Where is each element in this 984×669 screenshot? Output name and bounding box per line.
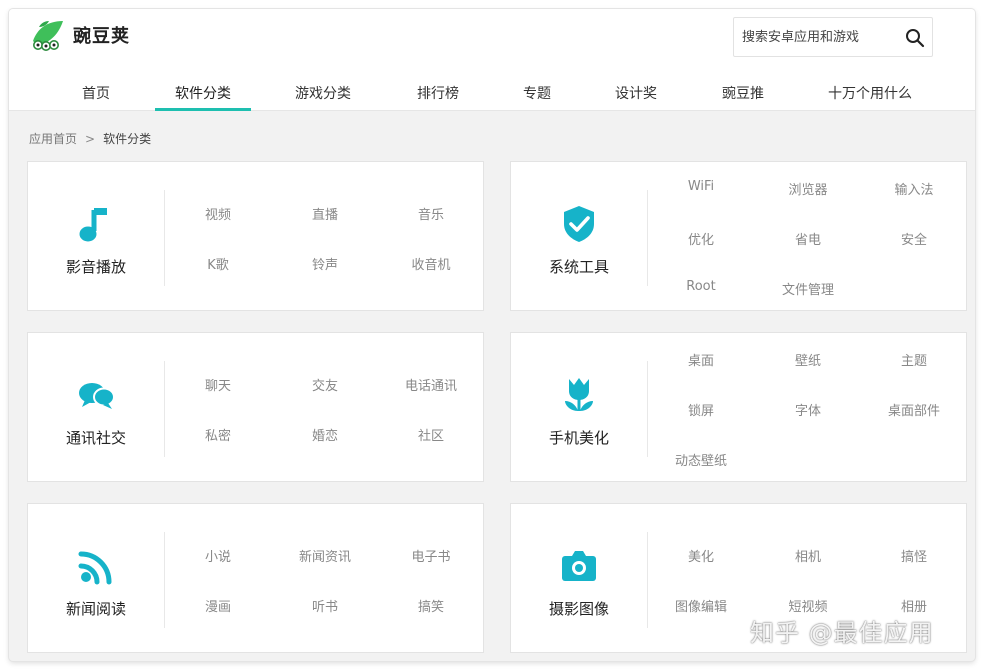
subcategory-link[interactable]: 锁屏: [648, 400, 754, 419]
subcategory-link[interactable]: 交友: [272, 375, 378, 394]
category-card-media: 影音播放 视频 直播 音乐 K歌 铃声 收音机: [27, 161, 484, 311]
nav-item-game-categories[interactable]: 游戏分类: [281, 79, 365, 111]
subcategory-link[interactable]: 优化: [648, 229, 754, 248]
subcategory-link[interactable]: 听书: [272, 596, 378, 615]
subcategory-link[interactable]: 动态壁纸: [648, 450, 754, 469]
category-social[interactable]: 通讯社交: [28, 333, 164, 483]
site-logo[interactable]: 豌豆荚: [29, 13, 159, 57]
subcategory-link[interactable]: 美化: [648, 546, 754, 565]
subcategory-link[interactable]: 婚恋: [272, 425, 378, 444]
zhihu-watermark: 知乎 @最佳应用: [750, 619, 934, 647]
subcategory-link[interactable]: 图像编辑: [648, 596, 754, 615]
main-nav: 首页 软件分类 游戏分类 排行榜 专题 设计奖 豌豆推 十万个用什么: [9, 79, 975, 111]
camera-icon: [562, 551, 596, 581]
site-header: 豌豆荚 首页 软件分类 游戏分类 排行榜 专题 设计奖 豌豆推 十万个用什么: [9, 9, 975, 111]
subcategory-link[interactable]: Root: [648, 279, 754, 294]
search-icon[interactable]: [904, 27, 926, 49]
nav-item-100k-whats[interactable]: 十万个用什么: [815, 79, 925, 111]
subcategory-link[interactable]: 文件管理: [755, 279, 861, 298]
subcategory-link[interactable]: 输入法: [861, 179, 967, 198]
subcategory-link[interactable]: K歌: [165, 254, 271, 273]
subcategory-link[interactable]: 省电: [755, 229, 861, 248]
nav-item-design-award[interactable]: 设计奖: [601, 79, 671, 111]
subcategory-link[interactable]: 电话通讯: [378, 375, 484, 394]
breadcrumb-home-link[interactable]: 应用首页: [29, 132, 77, 146]
subcategory-link[interactable]: 浏览器: [755, 179, 861, 198]
breadcrumb-current: 软件分类: [103, 132, 152, 146]
nav-item-software-categories[interactable]: 软件分类: [155, 79, 251, 111]
search-box: [733, 17, 933, 57]
subcategory-link[interactable]: 搞怪: [861, 546, 967, 565]
category-phone-beautify[interactable]: 手机美化: [511, 333, 647, 483]
search-input[interactable]: [742, 19, 902, 55]
category-name: 新闻阅读: [65, 600, 126, 618]
subcategory-link[interactable]: 壁纸: [755, 350, 861, 369]
subcategory-link[interactable]: 安全: [861, 229, 967, 248]
category-card-phone-beautify: 手机美化 桌面 壁纸 主题 锁屏 字体 桌面部件 动态壁纸: [510, 332, 967, 482]
subcategory-link[interactable]: 搞笑: [378, 596, 484, 615]
nav-item-rankings[interactable]: 排行榜: [403, 79, 473, 111]
nav-item-topics[interactable]: 专题: [509, 79, 565, 111]
category-card-system-tools: 系统工具 WiFi 浏览器 输入法 优化 省电 安全 Root 文件管理: [510, 161, 967, 311]
breadcrumb: 应用首页 > 软件分类: [29, 130, 151, 147]
site-name: 豌豆荚: [73, 26, 130, 47]
subcategory-link[interactable]: 私密: [165, 425, 271, 444]
subcategory-link[interactable]: 相机: [755, 546, 861, 565]
rss-feed-icon: [78, 551, 112, 585]
chat-bubbles-icon: [79, 383, 115, 409]
browser-frame: 豌豆荚 首页 软件分类 游戏分类 排行榜 专题 设计奖 豌豆推 十万个用什么 应…: [9, 9, 975, 661]
shield-check-icon: [564, 206, 594, 242]
subcategory-link[interactable]: WiFi: [648, 179, 754, 194]
category-card-social: 通讯社交 聊天 交友 电话通讯 私密 婚恋 社区: [27, 332, 484, 482]
subcategory-link[interactable]: 直播: [272, 204, 378, 223]
category-name: 影音播放: [65, 258, 126, 276]
nav-item-home[interactable]: 首页: [61, 79, 131, 111]
subcategory-link[interactable]: 社区: [378, 425, 484, 444]
subcategory-link[interactable]: 收音机: [378, 254, 484, 273]
category-name: 摄影图像: [548, 600, 609, 618]
subcategory-link[interactable]: 漫画: [165, 596, 271, 615]
category-name: 手机美化: [548, 429, 609, 447]
category-photography[interactable]: 摄影图像: [511, 504, 647, 654]
tulip-icon: [565, 378, 593, 411]
nav-item-wandoujia-picks[interactable]: 豌豆推: [708, 79, 778, 111]
subcategory-link[interactable]: 电子书: [378, 546, 484, 565]
pea-pod-logo-icon: [33, 21, 63, 51]
subcategory-link[interactable]: 聊天: [165, 375, 271, 394]
category-news-reading[interactable]: 新闻阅读: [28, 504, 164, 654]
subcategory-link[interactable]: 字体: [755, 400, 861, 419]
category-media-player[interactable]: 影音播放: [28, 162, 164, 312]
music-note-icon: [79, 208, 107, 242]
subcategory-link[interactable]: 桌面部件: [861, 400, 967, 419]
subcategory-link[interactable]: 小说: [165, 546, 271, 565]
subcategory-link[interactable]: 主题: [861, 350, 967, 369]
subcategory-link[interactable]: 铃声: [272, 254, 378, 273]
category-name: 系统工具: [548, 258, 609, 276]
category-system-tools[interactable]: 系统工具: [511, 162, 647, 312]
subcategory-link[interactable]: 新闻资讯: [272, 546, 378, 565]
subcategory-link[interactable]: 视频: [165, 204, 271, 223]
category-card-news-reading: 新闻阅读 小说 新闻资讯 电子书 漫画 听书 搞笑: [27, 503, 484, 653]
category-name: 通讯社交: [65, 429, 126, 447]
breadcrumb-separator: >: [85, 132, 96, 146]
subcategory-link[interactable]: 音乐: [378, 204, 484, 223]
subcategory-link[interactable]: 桌面: [648, 350, 754, 369]
